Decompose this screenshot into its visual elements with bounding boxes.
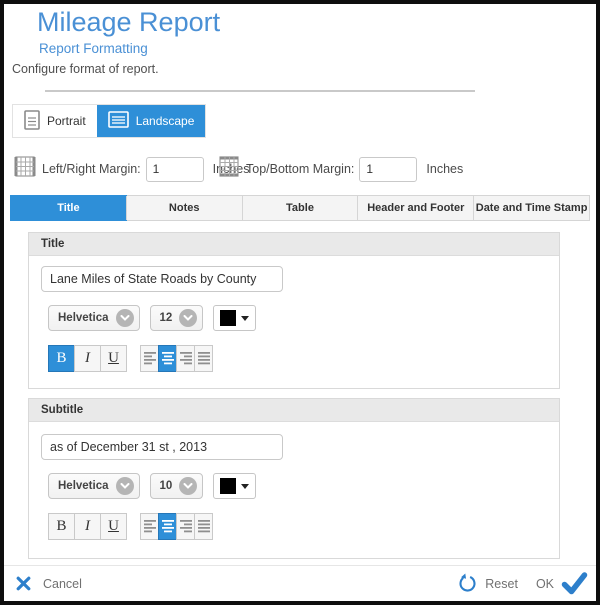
tab-table[interactable]: Table bbox=[242, 196, 358, 220]
subtitle-font-row: Helvetica 10 bbox=[48, 473, 256, 499]
subtitle-font-color-picker[interactable] bbox=[213, 473, 256, 499]
mileage-report-dialog: Mileage Report Report Formatting Configu… bbox=[0, 0, 600, 605]
subtitle-font-size-value: 10 bbox=[160, 480, 173, 492]
subtitle-section: Subtitle Helvetica 10 B I U bbox=[28, 398, 560, 559]
title-bold-button[interactable]: B bbox=[48, 345, 75, 372]
title-font-size-value: 12 bbox=[160, 312, 173, 324]
tab-notes[interactable]: Notes bbox=[126, 196, 242, 220]
portrait-label: Portrait bbox=[47, 114, 86, 128]
portrait-button[interactable]: Portrait bbox=[13, 105, 97, 137]
title-font-row: Helvetica 12 bbox=[48, 305, 256, 331]
left-right-margin-label: Left/Right Margin: bbox=[42, 162, 141, 176]
page-description: Configure format of report. bbox=[12, 62, 159, 76]
chevron-down-icon bbox=[179, 309, 197, 327]
subtitle-font-family-dropdown[interactable]: Helvetica bbox=[48, 473, 140, 499]
subtitle-font-family-value: Helvetica bbox=[58, 480, 109, 492]
title-align-right-button[interactable] bbox=[176, 345, 195, 372]
landscape-label: Landscape bbox=[136, 114, 195, 128]
format-tabs: Title Notes Table Header and Footer Date… bbox=[10, 195, 590, 221]
page-subtitle: Report Formatting bbox=[39, 41, 148, 56]
chevron-down-icon bbox=[116, 309, 134, 327]
title-font-size-dropdown[interactable]: 12 bbox=[150, 305, 204, 331]
cancel-button[interactable]: Cancel bbox=[43, 577, 82, 591]
title-align-left-button[interactable] bbox=[140, 345, 159, 372]
landscape-page-icon bbox=[108, 111, 129, 131]
ok-check-icon[interactable] bbox=[561, 572, 588, 595]
color-swatch bbox=[220, 478, 236, 494]
subtitle-section-heading: Subtitle bbox=[29, 399, 559, 422]
subtitle-align-group bbox=[140, 513, 213, 540]
title-section: Title Helvetica 12 B I U bbox=[28, 232, 560, 389]
subtitle-style-row: B I U bbox=[48, 513, 213, 540]
left-right-margin-input[interactable] bbox=[146, 157, 204, 182]
dropdown-arrow-icon bbox=[241, 484, 249, 489]
title-section-heading: Title bbox=[29, 233, 559, 256]
title-text-input[interactable] bbox=[41, 266, 283, 292]
chevron-down-icon bbox=[179, 477, 197, 495]
dialog-footer: Cancel Reset OK bbox=[4, 565, 596, 601]
title-font-family-value: Helvetica bbox=[58, 312, 109, 324]
left-right-margin-group: Left/Right Margin: Inches bbox=[14, 154, 250, 184]
title-underline-button[interactable]: U bbox=[100, 345, 127, 372]
color-swatch bbox=[220, 310, 236, 326]
chevron-down-icon bbox=[116, 477, 134, 495]
title-style-row: B I U bbox=[48, 345, 213, 372]
column-margin-grid-icon bbox=[14, 154, 36, 184]
portrait-page-icon bbox=[24, 110, 40, 133]
dropdown-arrow-icon bbox=[241, 316, 249, 321]
subtitle-align-right-button[interactable] bbox=[176, 513, 195, 540]
title-align-group bbox=[140, 345, 213, 372]
reset-icon[interactable] bbox=[457, 573, 478, 594]
subtitle-underline-button[interactable]: U bbox=[100, 513, 127, 540]
tab-header-and-footer[interactable]: Header and Footer bbox=[357, 196, 473, 220]
subtitle-align-left-button[interactable] bbox=[140, 513, 159, 540]
title-font-color-picker[interactable] bbox=[213, 305, 256, 331]
top-bottom-margin-units: Inches bbox=[426, 162, 463, 176]
subtitle-font-size-dropdown[interactable]: 10 bbox=[150, 473, 204, 499]
header-divider bbox=[45, 90, 475, 92]
landscape-button[interactable]: Landscape bbox=[97, 105, 206, 137]
ok-button[interactable]: OK bbox=[536, 577, 554, 591]
title-align-justify-button[interactable] bbox=[194, 345, 213, 372]
title-align-center-button[interactable] bbox=[158, 345, 177, 372]
tab-date-and-time-stamp[interactable]: Date and Time Stamp bbox=[473, 196, 589, 220]
top-bottom-margin-input[interactable] bbox=[359, 157, 417, 182]
title-italic-button[interactable]: I bbox=[74, 345, 101, 372]
top-bottom-margin-label: Top/Bottom Margin: bbox=[246, 162, 354, 176]
reset-button[interactable]: Reset bbox=[485, 577, 518, 591]
cancel-x-icon[interactable] bbox=[16, 576, 31, 591]
top-bottom-margin-group: Top/Bottom Margin: Inches bbox=[218, 154, 463, 184]
subtitle-bold-button[interactable]: B bbox=[48, 513, 75, 540]
subtitle-italic-button[interactable]: I bbox=[74, 513, 101, 540]
row-margin-grid-icon bbox=[218, 154, 240, 184]
page-title: Mileage Report bbox=[37, 7, 220, 38]
subtitle-text-input[interactable] bbox=[41, 434, 283, 460]
subtitle-align-justify-button[interactable] bbox=[194, 513, 213, 540]
orientation-toggle: Portrait Landscape bbox=[12, 104, 206, 138]
tab-title[interactable]: Title bbox=[10, 195, 127, 221]
subtitle-align-center-button[interactable] bbox=[158, 513, 177, 540]
title-font-family-dropdown[interactable]: Helvetica bbox=[48, 305, 140, 331]
